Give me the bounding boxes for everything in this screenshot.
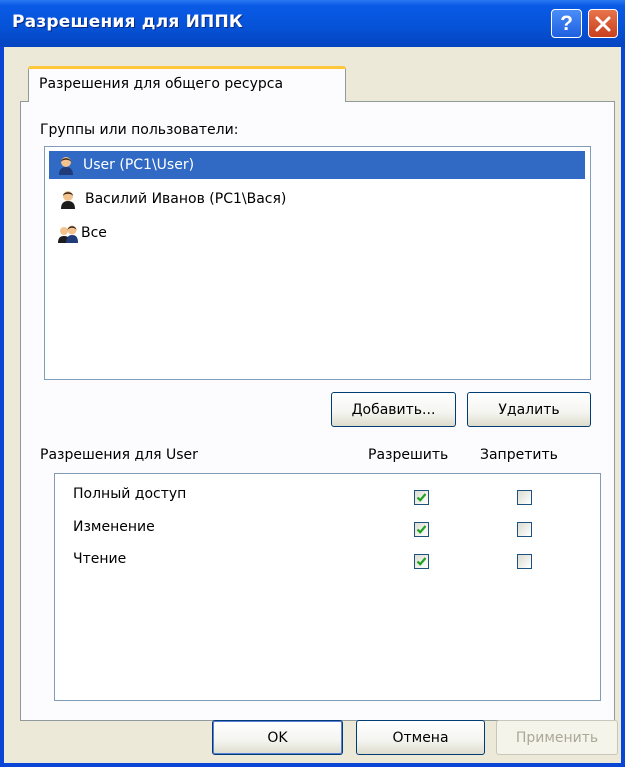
tab-share-permissions[interactable]: Разрешения для общего ресурса [28,66,346,102]
apply-button[interactable]: Применить [496,720,618,755]
help-button[interactable]: ? [551,9,582,38]
deny-column-header: Запретить [480,447,558,463]
user-icon [59,157,73,175]
read-allow-checkbox[interactable] [414,554,429,569]
allow-column-header: Разрешить [368,447,449,463]
close-button[interactable] [588,9,618,38]
groups-label: Группы или пользователи: [40,122,239,138]
ok-button[interactable]: OK [212,720,343,755]
checkmark-icon [416,525,427,534]
change-deny-checkbox[interactable] [517,522,532,537]
full-control-deny-checkbox[interactable] [517,490,532,505]
group-icon [58,225,78,243]
dialog-client-area: Разрешения для общего ресурса Группы или… [4,47,621,763]
full-control-allow-checkbox[interactable] [414,490,429,505]
permission-full-control-label: Полный доступ [73,486,187,502]
permissions-list: Полный доступ Изменение Чтение [54,473,601,701]
tab-label: Разрешения для общего ресурса [39,76,284,92]
list-item-label: User (PC1\User) [83,157,195,173]
title-bar[interactable]: Разрешения для ИППК ? [0,0,625,47]
permission-change-label: Изменение [73,519,155,535]
list-item-label: Василий Иванов (PC1\Вася) [85,191,287,207]
checkmark-icon [416,493,427,502]
cancel-button[interactable]: Отмена [356,720,485,755]
permissions-dialog: Разрешения для ИППК ? Разрешения для общ… [0,0,625,767]
help-icon: ? [560,12,573,35]
permissions-label: Разрешения для User [40,447,198,463]
add-button[interactable]: Добавить... [331,392,456,427]
close-icon [595,16,611,31]
change-allow-checkbox[interactable] [414,522,429,537]
user-icon [61,191,75,209]
groups-list[interactable]: User (PC1\User) Василий Иванов (PC1\Вася… [44,146,591,380]
read-deny-checkbox[interactable] [517,554,532,569]
remove-button[interactable]: Удалить [467,392,591,427]
checkmark-icon [416,557,427,566]
list-item-user[interactable]: User (PC1\User) [49,151,585,179]
permission-read-label: Чтение [73,551,127,567]
list-item-vasily[interactable]: Василий Иванов (PC1\Вася) [51,185,286,213]
list-item-label: Все [81,225,107,241]
window-title: Разрешения для ИППК [12,12,243,32]
list-item-everyone[interactable]: Все [51,219,107,247]
